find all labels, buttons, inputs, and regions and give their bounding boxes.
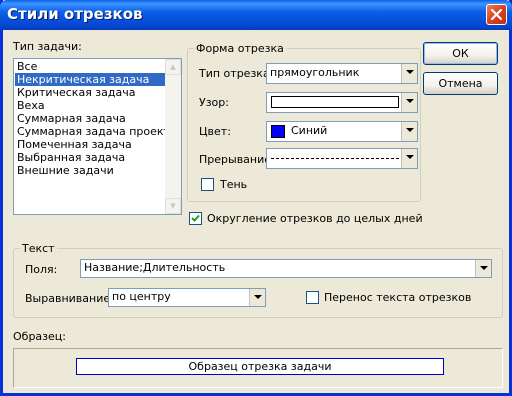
- task-type-item[interactable]: Суммарная задача: [15, 112, 165, 125]
- fields-combo[interactable]: Название;Длительность: [80, 259, 492, 278]
- cancel-button[interactable]: Отмена: [423, 72, 498, 95]
- wrap-text-checkbox[interactable]: [306, 291, 319, 304]
- chevron-down-icon[interactable]: [401, 149, 417, 168]
- pattern-combo[interactable]: [266, 92, 418, 113]
- ok-button[interactable]: ОК: [423, 42, 498, 65]
- rounding-checkbox[interactable]: [189, 212, 202, 225]
- rounding-label: Округление отрезков до целых дней: [207, 212, 423, 225]
- pattern-label: Узор:: [199, 96, 229, 109]
- sample-bar: Образец отрезка задачи: [76, 358, 444, 375]
- bar-shape-group: Форма отрезка Тип отрезка: прямоугольник…: [187, 42, 421, 202]
- sample-preview-area: Образец отрезка задачи: [13, 348, 503, 388]
- scroll-down-arrow-icon[interactable]: ▼: [165, 198, 181, 214]
- color-label: Цвет:: [199, 125, 231, 138]
- close-icon: [491, 9, 502, 20]
- sample-label: Образец:: [13, 330, 66, 343]
- scroll-up-arrow-icon[interactable]: ▲: [165, 59, 181, 75]
- task-type-label: Тип задачи:: [13, 40, 82, 53]
- text-group: Текст Поля: Название;Длительность Выравн…: [13, 242, 503, 318]
- fields-label: Поля:: [25, 263, 58, 276]
- border-label: Прерывание:: [199, 153, 275, 166]
- chevron-down-icon[interactable]: [249, 289, 265, 306]
- checkmark-icon: [191, 214, 200, 222]
- chevron-down-icon[interactable]: [475, 260, 491, 277]
- task-type-item[interactable]: Помеченная задача: [15, 138, 165, 151]
- task-type-item[interactable]: Критическая задача: [15, 86, 165, 99]
- shadow-label: Тень: [220, 178, 248, 191]
- task-type-item[interactable]: Внешние задачи: [15, 164, 165, 177]
- alignment-combo[interactable]: по центру: [108, 288, 266, 307]
- alignment-value: по центру: [112, 290, 171, 303]
- task-type-items: Все Некритическая задача Критическая задач…: [15, 60, 177, 177]
- close-button[interactable]: [486, 4, 507, 25]
- shadow-checkbox[interactable]: [201, 178, 214, 191]
- task-type-listbox[interactable]: Все Некритическая задача Критическая задач…: [13, 58, 182, 215]
- color-value: Синий: [291, 124, 328, 137]
- chevron-down-icon[interactable]: [401, 122, 417, 141]
- bar-type-combo[interactable]: прямоугольник: [266, 63, 418, 84]
- bar-styles-dialog: Стили отрезков Тип задачи: Все Некритичес…: [0, 0, 512, 396]
- fields-value: Название;Длительность: [84, 261, 226, 274]
- chevron-down-icon[interactable]: [401, 64, 417, 83]
- task-type-item[interactable]: Суммарная задача проекта: [15, 125, 177, 138]
- task-type-item[interactable]: Выбранная задача: [15, 151, 165, 164]
- dialog-title: Стили отрезков: [7, 5, 143, 23]
- title-bar[interactable]: Стили отрезков: [0, 0, 512, 30]
- color-combo[interactable]: Синий: [266, 121, 418, 142]
- alignment-label: Выравнивание:: [25, 292, 114, 305]
- wrap-text-label: Перенос текста отрезков: [324, 291, 472, 304]
- border-line-sample: [271, 158, 399, 159]
- bar-shape-group-title: Форма отрезка: [194, 42, 286, 55]
- text-group-title: Текст: [20, 242, 57, 255]
- task-type-item[interactable]: Все: [15, 60, 165, 73]
- pattern-swatch: [271, 96, 399, 108]
- bar-type-value: прямоугольник: [270, 66, 360, 79]
- chevron-down-icon[interactable]: [401, 93, 417, 112]
- bar-type-label: Тип отрезка:: [199, 67, 274, 80]
- task-type-item[interactable]: Некритическая задача: [15, 73, 165, 86]
- task-type-item[interactable]: Веха: [15, 99, 165, 112]
- list-scrollbar[interactable]: ▲ ▼: [165, 59, 181, 214]
- border-combo[interactable]: [266, 148, 418, 169]
- color-swatch: [271, 125, 285, 138]
